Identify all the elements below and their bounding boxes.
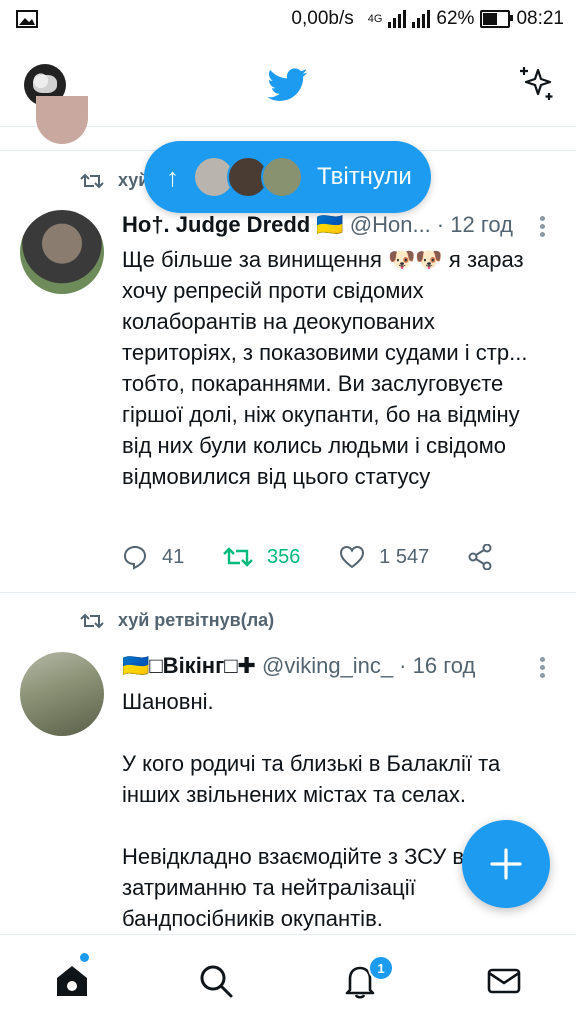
new-tweets-pill[interactable]: ↑ Твітнули: [144, 141, 431, 213]
mail-icon[interactable]: [484, 961, 524, 1001]
reply-button[interactable]: 41: [122, 544, 184, 570]
retweet-icon: [80, 173, 104, 188]
sparkle-icon[interactable]: [518, 64, 556, 102]
avatar: [261, 156, 303, 198]
clock: 08:21: [516, 8, 564, 29]
retweeted-by-line[interactable]: хуй ретвітнув(ла): [80, 610, 274, 631]
tweet-author-avatar[interactable]: [20, 210, 104, 294]
network-speed: 0,00b/s: [291, 8, 354, 29]
gallery-icon: [16, 10, 38, 28]
retweet-icon: [80, 613, 104, 628]
twitter-bird-icon: [268, 68, 308, 101]
tweet-time: · 16 год: [399, 653, 476, 678]
tweet-actions: 41 356 1 547: [122, 544, 492, 570]
share-icon[interactable]: [468, 544, 492, 570]
new-tweets-label: Твітнули: [317, 163, 412, 190]
like-count: 1 547: [379, 545, 430, 568]
more-options-icon[interactable]: [540, 654, 546, 681]
tweet-header: 🇺🇦□Вікінг□✚ @viking_inc_ · 16 год: [122, 653, 542, 679]
home-unread-dot: [80, 953, 89, 962]
more-options-icon[interactable]: [540, 213, 546, 240]
notifications-badge: 1: [368, 955, 394, 981]
bottom-navigation: [0, 934, 576, 1025]
signal-icon-2: [412, 10, 431, 28]
network-type: 4G: [367, 13, 383, 25]
tweet-text[interactable]: Ще більше за винищення 🐶🐶 я зараз хочу р…: [122, 244, 552, 492]
divider: [0, 592, 576, 593]
retweet-icon: [223, 547, 253, 567]
plus-icon: [490, 848, 522, 880]
like-button[interactable]: 1 547: [339, 545, 429, 569]
reply-icon: [123, 545, 147, 570]
retweeted-by-line[interactable]: хуй: [80, 170, 149, 191]
signal-icon: [388, 10, 407, 28]
retweet-count: 356: [267, 545, 301, 568]
author-name[interactable]: 🇺🇦□Вікінг□✚: [122, 653, 256, 679]
retweeted-by-label: хуй ретвітнув(ла): [118, 610, 275, 630]
tweet-author-avatar[interactable]: [20, 652, 104, 736]
home-icon[interactable]: [52, 961, 92, 1001]
battery-percent: 62%: [436, 8, 475, 29]
author-handle[interactable]: @Hon...: [350, 212, 431, 238]
compose-tweet-button[interactable]: [462, 820, 550, 908]
heart-icon: [340, 545, 365, 569]
author-name[interactable]: Но†. Judge Dredd 🇺🇦: [122, 212, 344, 238]
previous-tweet-avatar[interactable]: [36, 96, 88, 144]
author-handle[interactable]: @viking_inc_: [262, 653, 393, 679]
retweet-button[interactable]: 356: [223, 544, 300, 570]
tweet-header: Но†. Judge Dredd 🇺🇦 @Hon... · 12 год: [122, 212, 542, 238]
new-tweets-avatars: [193, 156, 303, 198]
battery-icon: [480, 10, 514, 28]
arrow-up-icon: ↑: [166, 161, 179, 192]
reply-count: 41: [162, 545, 185, 568]
search-icon[interactable]: [196, 961, 236, 1001]
tweet-time: · 12 год: [436, 212, 513, 237]
status-bar: 0,00b/s 4G 62% 08:21: [0, 0, 576, 40]
